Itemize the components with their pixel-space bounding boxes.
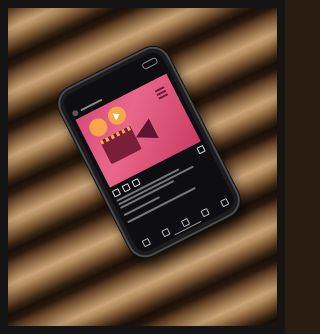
reels-icon bbox=[199, 207, 210, 218]
decorative-bars bbox=[154, 86, 169, 100]
home-icon bbox=[140, 237, 151, 248]
wood-slat-background bbox=[0, 0, 285, 334]
like-icon bbox=[111, 187, 121, 197]
share-icon bbox=[131, 177, 141, 187]
search-icon bbox=[160, 227, 170, 238]
add-icon bbox=[180, 217, 190, 228]
film-reel-left bbox=[86, 115, 111, 140]
profile-icon bbox=[219, 197, 229, 208]
bookmark-icon bbox=[196, 144, 206, 154]
comment-icon bbox=[121, 182, 131, 192]
avatar bbox=[71, 109, 80, 118]
